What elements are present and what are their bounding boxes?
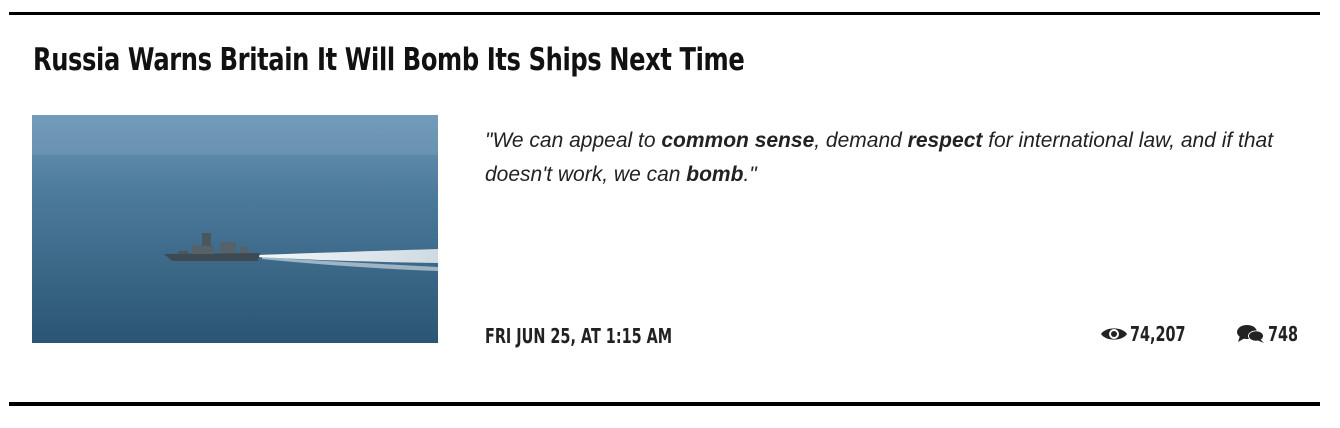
- comments-count[interactable]: 748: [1236, 322, 1310, 346]
- article-title[interactable]: Russia Warns Britain It Will Bomb Its Sh…: [33, 42, 745, 78]
- eye-icon: [1101, 328, 1127, 340]
- views-count[interactable]: 74,207: [1100, 322, 1207, 346]
- article-date: FRI JUN 25, AT 1:15 AM: [485, 324, 673, 348]
- top-divider: [9, 12, 1320, 15]
- speech-bubbles-icon: [1237, 325, 1264, 343]
- comments-number: 748: [1268, 322, 1299, 346]
- views-number: 74,207: [1130, 322, 1186, 346]
- bottom-divider: [9, 402, 1320, 406]
- article-thumbnail[interactable]: [32, 115, 438, 343]
- article-excerpt: "We can appeal to common sense, demand r…: [485, 129, 1274, 186]
